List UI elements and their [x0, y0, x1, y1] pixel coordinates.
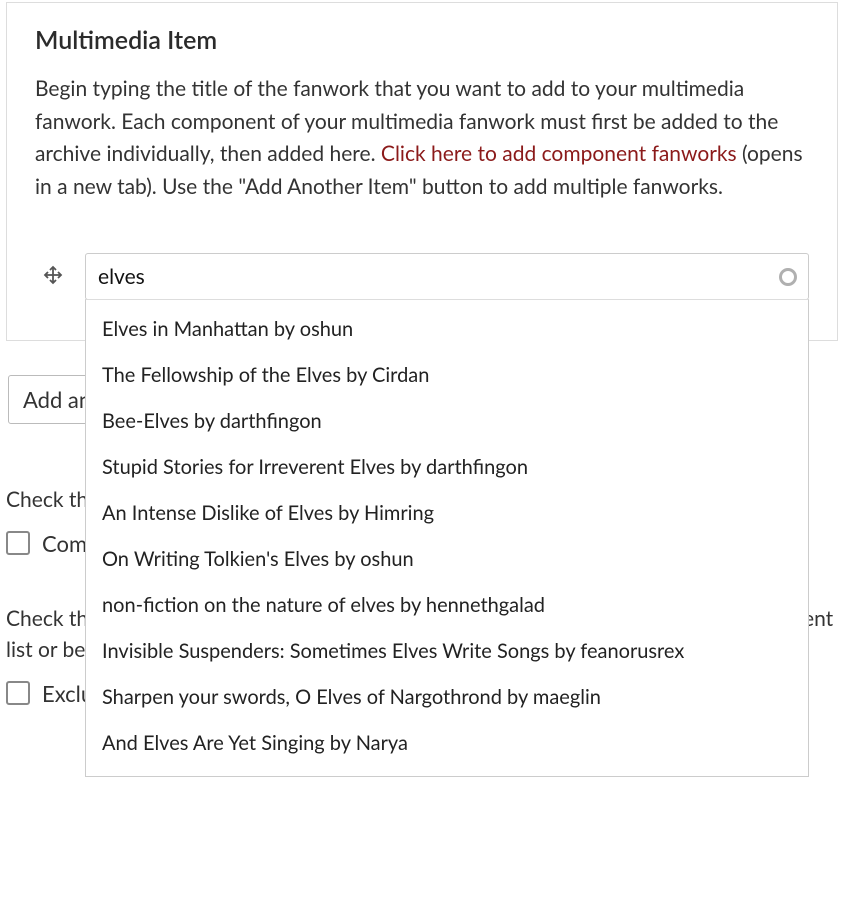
fanwork-input[interactable]	[85, 253, 809, 300]
autocomplete-dropdown: Elves in Manhattan by oshun The Fellowsh…	[85, 299, 809, 777]
autocomplete-option[interactable]: Elves in Manhattan by oshun	[86, 306, 808, 352]
autocomplete-option[interactable]: Sharpen your swords, O Elves of Nargothr…	[86, 674, 808, 720]
item-row: Elves in Manhattan by oshun The Fellowsh…	[43, 253, 809, 300]
autocomplete-option[interactable]: Invisible Suspenders: Sometimes Elves Wr…	[86, 628, 808, 674]
autocomplete-option[interactable]: The Fellowship of the Elves by Cirdan	[86, 352, 808, 398]
clear-input-icon[interactable]	[779, 268, 797, 286]
autocomplete-option[interactable]: An Intense Dislike of Elves by Himring	[86, 490, 808, 536]
section-description: Begin typing the title of the fanwork th…	[35, 73, 809, 203]
autocomplete-option[interactable]: Stupid Stories for Irreverent Elves by d…	[86, 444, 808, 490]
section-title: Multimedia Item	[35, 25, 809, 55]
autocomplete-option[interactable]: non-fiction on the nature of elves by he…	[86, 582, 808, 628]
completed-checkbox[interactable]	[6, 531, 30, 555]
multimedia-item-panel: Multimedia Item Begin typing the title o…	[6, 2, 838, 341]
autocomplete-option[interactable]: Bee-Elves by darthfingon	[86, 398, 808, 444]
exclude-checkbox[interactable]	[6, 681, 30, 705]
add-component-link[interactable]: Click here to add component fanworks	[381, 141, 737, 166]
fanwork-input-wrap: Elves in Manhattan by oshun The Fellowsh…	[85, 253, 809, 300]
autocomplete-option[interactable]: And Elves Are Yet Singing by Narya	[86, 720, 808, 766]
autocomplete-option[interactable]: On Writing Tolkien's Elves by oshun	[86, 536, 808, 582]
move-icon[interactable]	[43, 263, 63, 290]
